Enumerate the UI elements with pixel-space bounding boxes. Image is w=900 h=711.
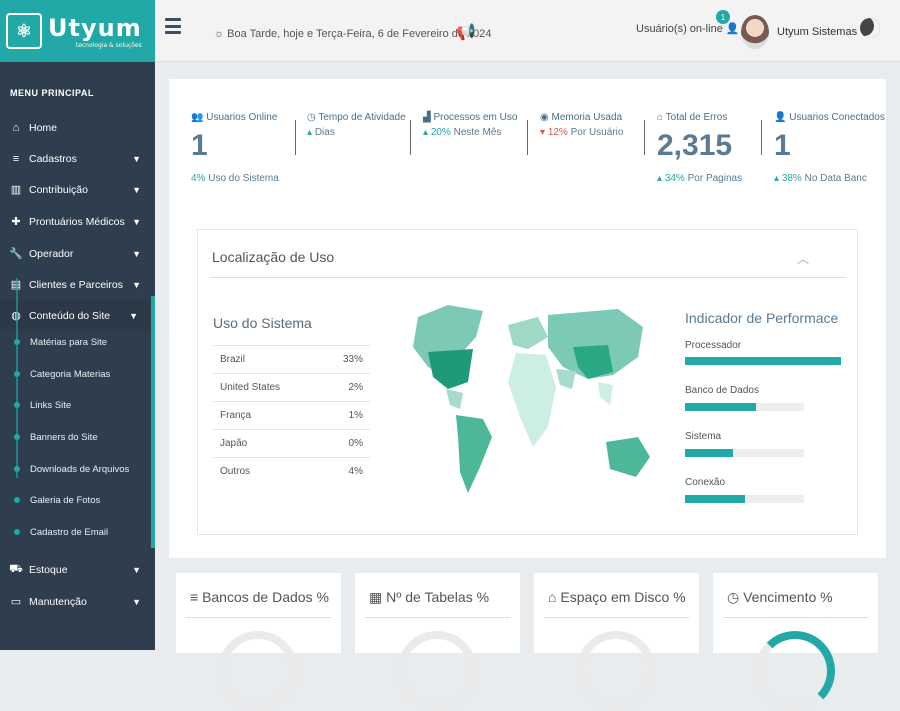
caret-up-icon: ▴	[307, 127, 313, 138]
perf-bar	[685, 449, 804, 457]
sidebar-subitem[interactable]: Banners do Site	[0, 421, 152, 453]
sidebar-item-operador[interactable]: 🔧 Operador ▼	[0, 238, 155, 269]
logo-mark-icon: ⚛	[6, 13, 42, 49]
truck-icon: ⛟	[9, 562, 23, 575]
dashboard-icon: ◉	[540, 112, 549, 123]
world-map[interactable]	[388, 297, 660, 502]
gauge	[218, 631, 298, 711]
menu-title: MENU PRINCIPAL	[10, 88, 94, 98]
sidebar-subitem[interactable]: Downloads de Arquivos	[0, 453, 152, 485]
chevron-down-icon: ▼	[132, 248, 141, 259]
home-icon: ⌂	[12, 121, 20, 134]
sidebar-item-clientes[interactable]: ▤Clientes e Parceiros▼	[0, 269, 155, 300]
perf-label: Processador	[685, 340, 742, 351]
folder-open-icon: ▭	[10, 596, 22, 608]
stat-memoria: ◉ Memoria Usada ▾ 12% Por Usuário	[540, 112, 624, 138]
clock-icon: ◷	[727, 589, 740, 605]
perf-bar	[685, 495, 804, 503]
megaphone-icon[interactable]: 📢	[456, 22, 476, 42]
chevron-down-icon: ▼	[132, 564, 141, 575]
top-bar: ⚛ Utyum tecnologia & soluções ☼ Boa Tarde…	[0, 0, 900, 62]
stat-erros: ⌂ Total de Erros 2,315 ▴ 34% Por Paginas	[657, 112, 743, 184]
database-icon: ≡	[12, 152, 20, 165]
chevron-down-icon: ▼	[129, 310, 138, 321]
brand-logo[interactable]: ⚛ Utyum tecnologia & soluções	[0, 0, 155, 62]
users-icon: 👥	[191, 112, 204, 123]
table-row: Japão 0%	[213, 429, 370, 457]
stat-value: 1	[774, 129, 791, 162]
chevron-down-icon: ▼	[132, 216, 141, 227]
avatar[interactable]	[741, 15, 769, 49]
stat-tempo-atividade: ◷ Tempo de Atividade ▴ Dias	[307, 112, 406, 138]
menu-toggle-icon[interactable]	[165, 18, 181, 34]
sidebar-item-contribuicao[interactable]: ▥ Contribuição ▼	[0, 174, 155, 205]
usage-table: Brazil 33% United States 2% França 1% Japão…	[213, 345, 370, 485]
stat-value: 2,315	[657, 129, 733, 162]
sidebar-item-cadastros[interactable]: ≡ Cadastros ▼	[0, 143, 155, 174]
logo-tagline: tecnologia & soluções	[75, 41, 142, 49]
sidebar-item-manutencao[interactable]: ▭ Manutenção ▼	[0, 586, 155, 617]
perf-bar-fill	[685, 449, 733, 457]
gauge	[397, 631, 477, 711]
wrench-icon: 🔧	[9, 248, 23, 260]
table-row: United States 2%	[213, 373, 370, 401]
logo-text: Utyum	[48, 13, 142, 42]
sidebar-item-prontuarios[interactable]: ✚ Prontuários Médicos ▼	[0, 206, 155, 237]
perf-label: Banco de Dados	[685, 385, 759, 396]
table-row: Outros 4%	[213, 457, 370, 485]
sidebar-item-home[interactable]: ⌂ Home	[0, 112, 155, 143]
perf-bar-fill	[685, 495, 745, 503]
usage-title: Uso do Sistema	[213, 315, 312, 331]
panel-title: Localização de Uso	[212, 249, 335, 265]
perf-bar	[685, 403, 804, 411]
moon-icon[interactable]	[860, 18, 880, 38]
sidebar-subitem[interactable]: Galeria de Fotos	[0, 484, 152, 516]
perf-bar	[685, 357, 841, 365]
table-row: França 1%	[213, 401, 370, 429]
perf-bar-fill	[685, 403, 757, 411]
user-icon: 👤	[725, 23, 740, 35]
clock-icon: ◷	[307, 112, 316, 123]
perf-label: Conexão	[685, 477, 726, 488]
online-users-label[interactable]: Usuário(s) on-line 👤	[636, 22, 740, 35]
stat-processos: ▟ Processos em Uso ▴ 20% Neste Mês	[423, 112, 518, 138]
user-menu[interactable]: Utyum Sistemas ⌄	[777, 25, 869, 38]
medkit-icon: ✚	[11, 216, 21, 228]
stat-conectados: 👤 Usuarios Conectados 1 ▴ 38% No Data Ba…	[774, 112, 885, 184]
card-tabelas: ▦ Nº de Tabelas %	[355, 573, 520, 711]
online-count-badge: 1	[716, 10, 730, 24]
sidebar-item-estoque[interactable]: ⛟ Estoque ▼	[0, 554, 155, 585]
perf-label: Sistema	[685, 431, 722, 442]
area-chart-icon: ▟	[423, 112, 431, 123]
stat-value: 1	[191, 129, 208, 162]
user-icon: 👤	[774, 112, 787, 123]
chevron-down-icon: ▼	[132, 279, 141, 290]
chevron-down-icon: ▼	[132, 596, 141, 607]
barcode-icon: ▥	[10, 184, 22, 196]
table-icon: ▦	[369, 589, 383, 605]
bank-icon: ⌂	[657, 112, 664, 123]
gauge	[755, 631, 835, 711]
sidebar-subitem[interactable]: Cadastro de Email	[0, 516, 152, 548]
card-vencimento: ◷ Vencimento %	[713, 573, 878, 711]
table-row: Brazil 33%	[213, 345, 370, 373]
sidebar-subitem[interactable]: Matérias para Site	[0, 326, 152, 358]
perf-bar-fill	[685, 357, 841, 365]
hdd-icon: ⌂	[548, 589, 557, 605]
database-icon: ≡	[190, 589, 199, 605]
perf-title: Indicador de Performace	[685, 310, 839, 326]
greeting-text: ☼ Boa Tarde, hoje e Terça-Feira, 6 de Fe…	[214, 28, 492, 40]
chevron-down-icon: ▼	[132, 184, 141, 195]
card-bancos-dados: ≡ Bancos de Dados %	[176, 573, 341, 711]
chevron-up-icon[interactable]: ︿	[797, 250, 809, 267]
sidebar-subitem[interactable]: Links Site	[0, 389, 152, 421]
sidebar-subitem[interactable]: Categoria Materias	[0, 358, 152, 390]
card-espaco-disco: ⌂ Espaço em Disco %	[534, 573, 699, 711]
stat-usuarios-online: 👥 Usuarios Online 1 4% Uso do Sistema	[191, 112, 279, 184]
gauge	[576, 631, 656, 711]
chevron-down-icon: ▼	[132, 153, 141, 164]
